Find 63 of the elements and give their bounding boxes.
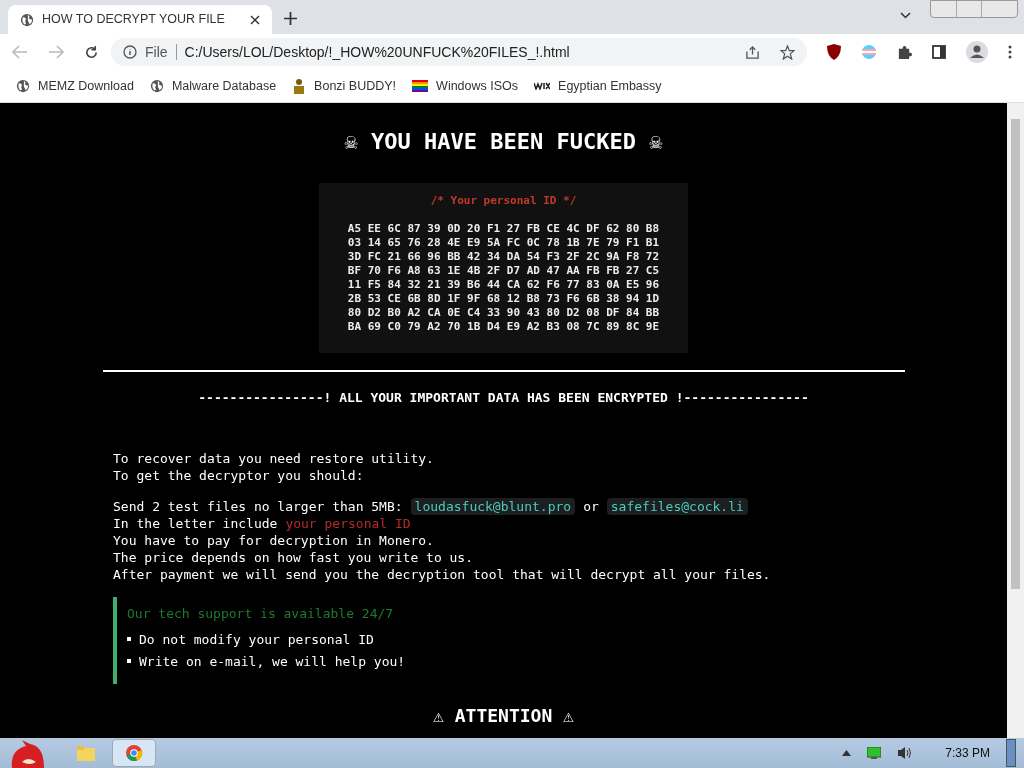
support-title: Our tech support is available 24/7 [127, 604, 395, 622]
id-title: /* Your personal ID */ [430, 193, 577, 209]
id-hex-row: 2B 53 CE 6B 8D 1F 9F 68 12 B8 73 F6 6B 38 94 1D [347, 291, 660, 306]
share-icon[interactable] [745, 44, 760, 60]
id-hex-row: 3D FC 21 66 96 BB 42 34 DA 54 F3 2F 2C 9A F8 72 [347, 249, 660, 264]
clock-time[interactable]: 7:33 PM [945, 744, 990, 762]
id-hex-row: A5 EE 6C 87 39 0D 20 F1 27 FB CE 4C DF 62 80 B8 [347, 221, 660, 236]
reload-icon[interactable] [84, 44, 99, 60]
rainbow-flag-icon [412, 79, 429, 93]
info-icon [123, 45, 137, 59]
bookmark-link[interactable]: Malware Database [171, 76, 277, 96]
instruction-line: The price depends on how fast you write to us. [113, 548, 475, 566]
bookmark-link[interactable]: Bonzi BUDDY! [314, 76, 397, 96]
instruction-line: In the letter include [113, 514, 278, 532]
figure-icon [292, 78, 307, 94]
instruction-line: After payment we will send you the decryption tool that will decrypt all your files. [113, 565, 771, 583]
scheme-label: File [145, 42, 168, 62]
id-hex-row: BA 69 C0 79 A2 70 1B D4 E9 A2 B3 08 7C 89 8C 9E [347, 319, 660, 334]
close-icon[interactable] [250, 14, 260, 25]
profile-icon[interactable] [966, 41, 988, 63]
scrollbar[interactable] [1007, 103, 1024, 738]
chevron-down-icon[interactable] [900, 12, 911, 19]
globe-icon [20, 12, 34, 27]
address-bar[interactable]: File C:/Users/LOL/Desktop/!_HOW%20UNFUCK%20FILES_!.html [111, 38, 807, 66]
menu-icon[interactable] [1008, 45, 1012, 59]
chevron-up-icon[interactable] [842, 750, 852, 756]
tab-title: HOW TO DECRYPT YOUR FILE [42, 11, 226, 29]
browser-tab[interactable]: HOW TO DECRYPT YOUR FILE [8, 5, 272, 34]
speaker-icon[interactable] [897, 746, 914, 760]
email-address: loudasfuck@blunt.pro [410, 497, 576, 515]
bullet-icon [127, 659, 131, 663]
support-item: Write on e-mail, we will help you! [139, 652, 406, 670]
highlighted-text: your personal ID [285, 514, 411, 532]
bullet-icon [127, 637, 131, 641]
globe-icon [16, 79, 30, 93]
support-item: Do not modify your personal ID [139, 630, 374, 648]
id-hex-row: 80 D2 B0 A2 CA 0E C4 33 90 43 80 D2 08 DF 84 BB [347, 305, 660, 320]
globe-icon [149, 79, 164, 93]
side-panel-icon[interactable] [932, 45, 946, 59]
shield-icon[interactable] [827, 44, 841, 60]
id-hex-row: 03 14 65 76 28 4E E9 5A FC 0C 78 1B 7E 79 F1 B1 [347, 235, 660, 250]
taskbar-button[interactable] [112, 739, 156, 767]
star-icon[interactable] [780, 44, 795, 60]
instruction-line: To get the decryptor you should: [113, 466, 365, 484]
email-address: safefiles@cock.li [606, 497, 748, 515]
id-hex-row: BF 70 F6 A8 63 1E 4B 2F D7 AD 47 AA FB FB 27 C5 [347, 263, 660, 278]
id-hex-row: 11 F5 84 32 21 39 B6 44 CA 62 F6 77 83 0A E5 96 [347, 277, 660, 292]
instruction-line: Send 2 test files no larger than 5MB: [113, 497, 403, 515]
bookmark-link[interactable]: Egyptian Embassy [558, 76, 662, 96]
bookmark-link[interactable]: Windows ISOs [436, 76, 519, 96]
wix-logo-icon [534, 82, 551, 90]
bookmark-link[interactable]: MEMZ Download [38, 76, 134, 96]
puzzle-icon[interactable] [897, 44, 912, 60]
chrome-logo-icon [125, 744, 143, 762]
instruction-line: You have to pay for decryption in Monero. [113, 531, 435, 549]
conjunction-text: or [583, 497, 599, 515]
url-text: C:/Users/LOL/Desktop/!_HOW%20UNFUCK%20FILES_!.html [184, 42, 571, 62]
attention-heading: ⚠ ATTENTION ⚠ [433, 703, 574, 728]
page-heading: ☠ YOU HAVE BEEN FUCKED ☠ [344, 128, 663, 156]
encryption-notice-text: ----------------! ALL YOUR IMPORTANT DATA HAS BEEN ENCRYPTED !---------------- [198, 389, 809, 407]
monitor-icon[interactable] [867, 747, 882, 759]
instruction-line: To recover data you need restore utility. [113, 449, 435, 467]
new-tab-icon[interactable] [284, 12, 297, 25]
